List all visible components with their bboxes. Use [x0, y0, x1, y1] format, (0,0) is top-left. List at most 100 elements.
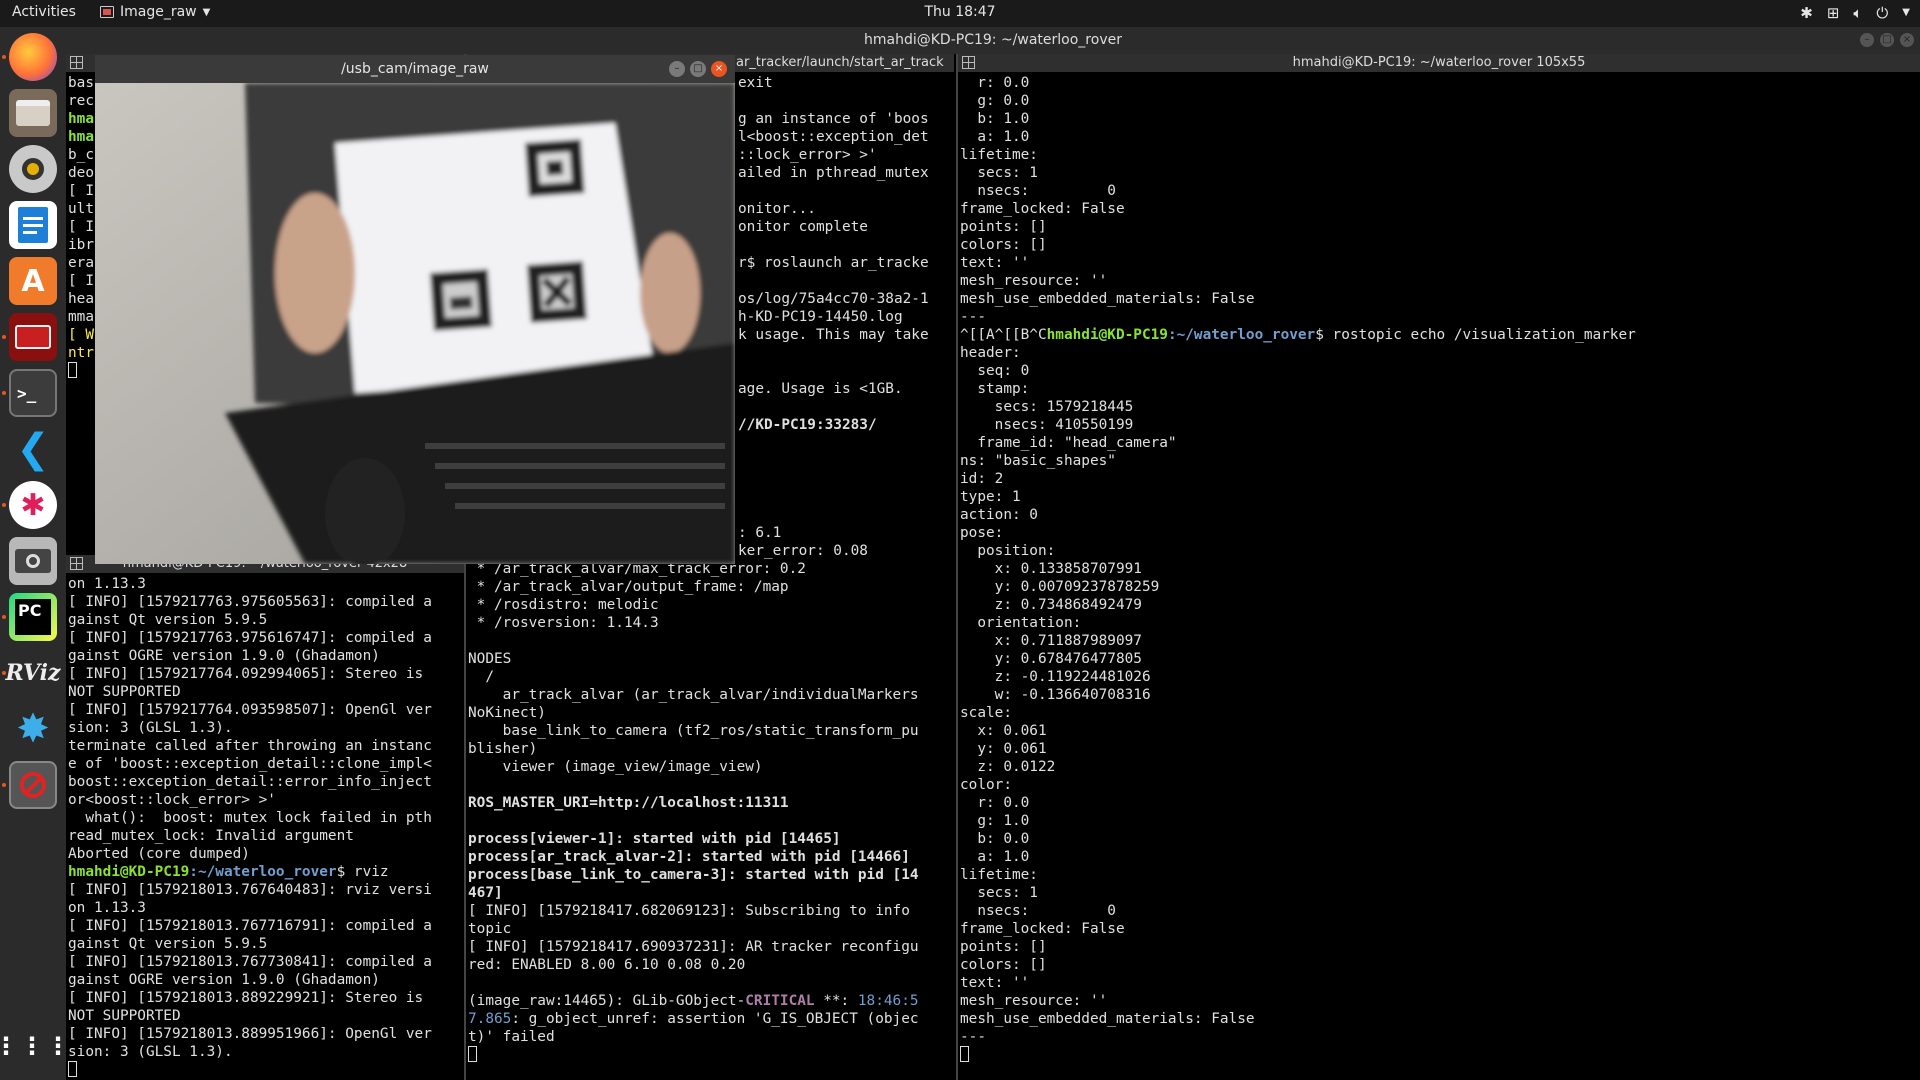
- terminal-line-text: era: [68, 255, 94, 271]
- pycharm-icon[interactable]: PC: [9, 593, 57, 641]
- slack-icon[interactable]: ✱: [9, 481, 57, 529]
- libreoffice-writer-icon[interactable]: [9, 201, 57, 249]
- vscode-icon[interactable]: ❮: [9, 425, 57, 473]
- video-app-icon[interactable]: [9, 313, 57, 361]
- kde-app-icon[interactable]: ✸: [9, 705, 57, 753]
- minimize-button[interactable]: –: [1860, 33, 1874, 47]
- terminal-line-text: gainst Qt version 5.9.5: [68, 936, 268, 952]
- terminal-line-text: on 1.13.3: [68, 576, 146, 592]
- marker-sheet: [335, 123, 655, 393]
- show-applications-icon[interactable]: ⋮⋮⋮: [0, 1022, 70, 1070]
- camera-frame: [95, 83, 735, 564]
- terminal-line: ns: "basic_shapes": [960, 452, 1920, 470]
- system-tray[interactable]: ✱ ⊞ 🔈︎ ⏻ ▼: [1800, 4, 1910, 22]
- prompt-user: hmahdi@KD-PC19: [68, 864, 190, 880]
- terminal-line-text: [ INFO] [1579218417.690937231]: AR track…: [468, 939, 919, 955]
- prompt-command: $ rostopic echo /visualization_marker: [1315, 327, 1636, 343]
- terminal-line: ::lock_error> >': [738, 146, 954, 164]
- terminal-line: y: 0.00709237878259: [960, 578, 1920, 596]
- terminal-line-text: * /rosdistro: melodic: [468, 597, 659, 613]
- rviz-icon[interactable]: RViz: [5, 649, 60, 697]
- camera-image: [95, 83, 735, 564]
- rhythmbox-icon[interactable]: [9, 145, 57, 193]
- tile-icon[interactable]: [70, 557, 83, 570]
- disabled-app-icon[interactable]: [9, 761, 57, 809]
- terminal-output[interactable]: r: 0.0 g: 0.0 b: 1.0 a: 1.0 lifetime: sec…: [958, 74, 1920, 1080]
- terminal-line: os/log/75a4cc70-38a2-1: [738, 290, 954, 308]
- chevron-down-icon[interactable]: ▼: [1902, 7, 1910, 22]
- terminal-line-text: x: 0.711887989097: [960, 633, 1142, 649]
- terminal-line-text: [ INFO] [1579217763.975605563]: compiled…: [68, 594, 432, 610]
- terminal-line: gainst Qt version 5.9.5: [68, 935, 464, 953]
- running-indicator: [2, 503, 6, 507]
- terminal-line: read_mutex_lock: Invalid argument: [68, 827, 464, 845]
- terminal-line: base_link_to_camera (tf2_ros/static_tran…: [468, 722, 954, 740]
- app-menu[interactable]: Image_raw ▼: [100, 4, 210, 20]
- tile-icon[interactable]: [70, 56, 83, 69]
- terminal-output[interactable]: on 1.13.3 [ INFO] [1579217763.975605563]:…: [66, 575, 464, 1080]
- power-icon[interactable]: ⏻: [1876, 4, 1888, 22]
- firefox-icon[interactable]: [9, 33, 57, 81]
- terminal-line-text: mesh_resource: '': [960, 993, 1108, 1009]
- terminal-icon[interactable]: >_: [9, 369, 57, 417]
- terminal-line-text: onitor...: [738, 201, 816, 217]
- running-indicator: [2, 335, 6, 339]
- terminal-line-text: terminate called after throwing an insta…: [68, 738, 432, 754]
- ubuntu-software-icon[interactable]: A: [9, 257, 57, 305]
- terminal-line: NODES: [468, 650, 954, 668]
- terminal-line-text: header:: [960, 345, 1021, 361]
- screenshot-icon[interactable]: [9, 537, 57, 585]
- terminal-line: points: []: [960, 218, 1920, 236]
- files-icon[interactable]: [9, 89, 57, 137]
- network-icon[interactable]: ⊞: [1827, 4, 1840, 22]
- terminal-line-text: (image_raw:14465): GLib-GObject-CRITICAL…: [468, 993, 919, 1009]
- terminal-titlebar[interactable]: hmahdi@KD-PC19: ~/waterloo_rover 105x55: [958, 54, 1920, 72]
- activities-button[interactable]: Activities: [12, 4, 76, 20]
- maximize-button[interactable]: □: [690, 61, 706, 77]
- terminal-line: topic: [468, 920, 954, 938]
- volume-icon[interactable]: 🔈︎: [1853, 4, 1862, 22]
- slack-tray-icon[interactable]: ✱: [1800, 4, 1813, 22]
- terminal-line-text: * /ar_track_alvar/output_frame: /map: [468, 579, 789, 595]
- terminal-line: color:: [960, 776, 1920, 794]
- minimize-button[interactable]: –: [669, 61, 685, 77]
- terminal-line: /: [468, 668, 954, 686]
- maximize-button[interactable]: □: [1880, 33, 1894, 47]
- ar-marker: [527, 261, 587, 323]
- terminal-line-text: t)' failed: [468, 1029, 555, 1045]
- chevron-down-icon: ▼: [202, 6, 211, 18]
- terminal-line: frame_locked: False: [960, 920, 1920, 938]
- terminal-line-text: viewer (image_view/image_view): [468, 759, 763, 775]
- terminal-right[interactable]: hmahdi@KD-PC19: ~/waterloo_rover 105x55 …: [956, 54, 1920, 1080]
- terminal-line: r: 0.0: [960, 794, 1920, 812]
- terminal-line: z: 0.734868492479: [960, 596, 1920, 614]
- terminal-line-text: * /rosversion: 1.14.3: [468, 615, 659, 631]
- terminal-line-text: //KD-PC19:33283/: [738, 417, 877, 433]
- terminal-line-text: colors: []: [960, 957, 1047, 973]
- terminal-line-text: nsecs: 410550199: [960, 417, 1134, 433]
- terminal-line: x: 0.061: [960, 722, 1920, 740]
- terminal-line: text: '': [960, 254, 1920, 272]
- terminal-line-text: [ INFO] [1579217764.093598507]: OpenGl v…: [68, 702, 432, 718]
- image-view-window[interactable]: /usb_cam/image_raw – □ ×: [95, 55, 735, 564]
- terminal-line: 7.865: g_object_unref: assertion 'G_IS_O…: [468, 1010, 954, 1028]
- tile-icon[interactable]: [962, 56, 975, 69]
- terminal-output-bottom[interactable]: * /ar_track_alvar/max_track_error: 0.2 *…: [466, 560, 954, 1080]
- terminal-line-text: red: ENABLED 8.00 6.10 0.08 0.20: [468, 957, 746, 973]
- close-button[interactable]: ×: [1900, 33, 1914, 47]
- terminal-output-top[interactable]: exit g an instance of 'boos l<boost::excep…: [736, 74, 954, 560]
- terminal-line-text: on 1.13.3: [68, 900, 146, 916]
- image-window-titlebar[interactable]: /usb_cam/image_raw – □ ×: [95, 55, 735, 83]
- terminal-line: x: 0.711887989097: [960, 632, 1920, 650]
- close-button[interactable]: ×: [711, 61, 727, 77]
- terminal-line-text: ult: [68, 201, 94, 217]
- main-window-titlebar[interactable]: hmahdi@KD-PC19: ~/waterloo_rover – □ ×: [66, 27, 1920, 54]
- terminal-line-text: r: 0.0: [960, 75, 1030, 91]
- ar-marker: [525, 139, 585, 197]
- terminal-left-bottom[interactable]: hmahdi@KD-PC19: ~/waterloo_rover 42x28 o…: [66, 555, 464, 1080]
- clock[interactable]: Thu 18:47: [0, 4, 1920, 20]
- terminal-line: ---: [960, 308, 1920, 326]
